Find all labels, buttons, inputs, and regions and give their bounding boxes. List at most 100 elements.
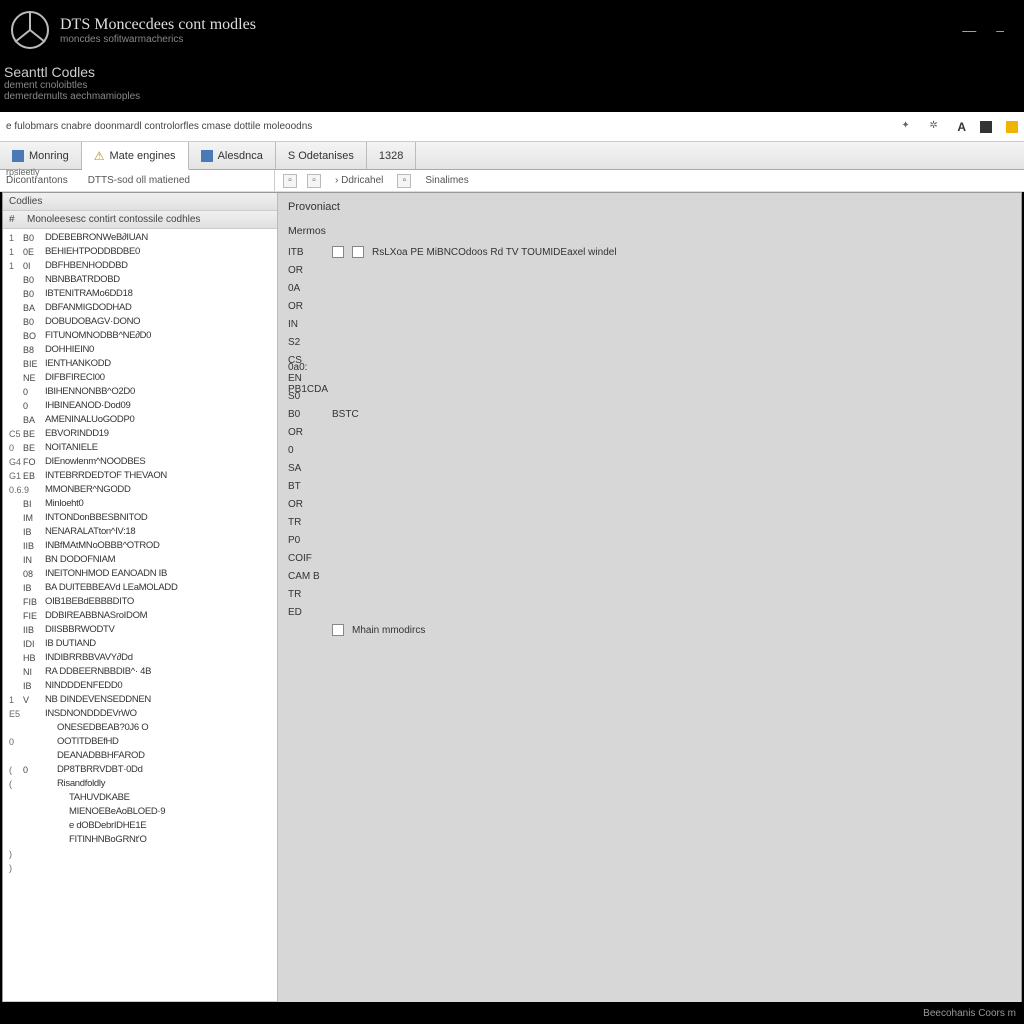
mp-key: OR: [288, 301, 324, 312]
subhead-tool-3[interactable]: ▫: [397, 174, 411, 188]
mp-row: CS: [288, 351, 1011, 369]
font-icon[interactable]: A: [957, 120, 966, 134]
list-item[interactable]: (Risandfoldly: [3, 777, 277, 791]
list-item[interactable]: 0OOTITDBEfHD: [3, 735, 277, 749]
list-item[interactable]: 10IDBFHBENHODDBD: [3, 259, 277, 273]
list-item[interactable]: B8DOHHIEIN0: [3, 343, 277, 357]
list-item[interactable]: NEDIFBFIRECI00: [3, 371, 277, 385]
subhead-tool-0[interactable]: ▫: [283, 174, 297, 188]
list-item[interactable]: 0.6.9MMONBER^NGODD: [3, 483, 277, 497]
sidebar-list[interactable]: 1B0DDEBEBRONWeB∂IUAN10EBEHIEHTPODDBDBE01…: [3, 229, 277, 1001]
tab-label: Monring: [29, 150, 69, 162]
tab-label: S Odetanises: [288, 150, 354, 162]
mp-row: 0: [288, 441, 1011, 459]
list-item[interactable]: (0DP8TBRRVDBT·0Dd: [3, 763, 277, 777]
tab-label: 1328: [379, 150, 403, 162]
yellow-square-icon[interactable]: [1006, 121, 1018, 133]
checkbox[interactable]: [332, 246, 344, 258]
mp-key: 0: [288, 445, 324, 456]
list-item[interactable]: 1VNB DINDEVENSEDDNEN: [3, 693, 277, 707]
file-icon: [201, 150, 213, 162]
list-item[interactable]: BADBFANMIGDODHAD: [3, 301, 277, 315]
list-item[interactable]: DEANADBBHFAROD: [3, 749, 277, 763]
list-item[interactable]: 10EBEHIEHTPODDBDBE0: [3, 245, 277, 259]
list-item[interactable]: ): [3, 861, 277, 875]
mp-row: IN: [288, 315, 1011, 333]
list-item[interactable]: ONESEDBEAB?0J6 O: [3, 721, 277, 735]
list-item[interactable]: FITINHNBoGRNt'O: [3, 833, 277, 847]
subhead-left-col2[interactable]: DTTS-sod oll matiened: [88, 175, 190, 186]
mp-row: OR: [288, 423, 1011, 441]
mp-row: OR: [288, 261, 1011, 279]
list-item[interactable]: HBINDIBRRBBVAVY∂Dd: [3, 651, 277, 665]
list-item[interactable]: BOFITUNOMNODBB^NE∂D0: [3, 329, 277, 343]
tab-4[interactable]: 1328: [367, 142, 416, 169]
list-item[interactable]: 0IHBINEANOD·Dod09: [3, 399, 277, 413]
tab-2[interactable]: Alesdnca: [189, 142, 276, 169]
checkbox[interactable]: [352, 246, 364, 258]
mp-key: IN: [288, 319, 324, 330]
mp-row: S2: [288, 333, 1011, 351]
list-item[interactable]: B0NBNBBATRDOBD: [3, 273, 277, 287]
list-item[interactable]: FIEDDBIREABBNASroIDOM: [3, 609, 277, 623]
tab-0[interactable]: Monring: [0, 142, 82, 169]
mp-key: S2: [288, 337, 324, 348]
mp-row: B0BSTC: [288, 405, 1011, 423]
list-item[interactable]: ): [3, 847, 277, 861]
subhead-tool-4[interactable]: Sinalimes: [421, 174, 472, 188]
list-item[interactable]: 08INEITONHMOD EANOADN IB: [3, 567, 277, 581]
list-item[interactable]: BIEIENTHANKODD: [3, 357, 277, 371]
subhead-tool-1[interactable]: ▫: [307, 174, 321, 188]
list-item[interactable]: B0IBTENITRAMo6DD18: [3, 287, 277, 301]
mp-key: CAM B: [288, 571, 324, 582]
list-item[interactable]: BIMinloeht0: [3, 497, 277, 511]
list-item[interactable]: IDIIB DUTIAND: [3, 637, 277, 651]
main-heading: Provoniact: [288, 201, 1011, 213]
sidebar: Codlies # Monoleesesc contirt contossile…: [3, 193, 278, 1021]
list-item[interactable]: IIBINBfMAtMNoOBBB^OTROD: [3, 539, 277, 553]
list-item[interactable]: TAHUVDKABE: [3, 791, 277, 805]
checkbox[interactable]: [332, 624, 344, 636]
tools-icon[interactable]: ✲: [929, 120, 943, 134]
list-item[interactable]: IBBA DUITEBBEAVd LEaMOLADD: [3, 581, 277, 595]
list-item[interactable]: IBNINDDDENFEDD0: [3, 679, 277, 693]
mp-key: SA: [288, 463, 324, 474]
statusbar: Beecohanis Coors m: [0, 1002, 1024, 1024]
minimize-button[interactable]: —: [962, 22, 976, 38]
header2-sub2: demerdemults aechmamioples: [4, 91, 1024, 102]
list-item[interactable]: E5INSDNONDDDEVrWO: [3, 707, 277, 721]
list-item[interactable]: IMINTONDonBBESBNITOD: [3, 511, 277, 525]
mp-key: OR: [288, 265, 324, 276]
list-item[interactable]: 0BENOITANIELE: [3, 441, 277, 455]
workspace: Codlies # Monoleesesc contirt contossile…: [2, 192, 1022, 1022]
sidebar-top-label: Codlies: [3, 193, 277, 211]
list-item[interactable]: G4FODIEnowlenm^NOODBES: [3, 455, 277, 469]
mp-row: TR: [288, 513, 1011, 531]
list-item[interactable]: C5BEEBVORINDD19: [3, 427, 277, 441]
header-secondary: Seanttl Codles dement cnoloibtles demerd…: [0, 60, 1024, 112]
list-item[interactable]: e dOBDebrIDHE1E: [3, 819, 277, 833]
subhead-tool-2[interactable]: › Ddricahel: [331, 174, 387, 188]
list-item[interactable]: IIBDIISBBRWODTV: [3, 623, 277, 637]
list-item[interactable]: INBN DODOFNIAM: [3, 553, 277, 567]
maximize-button[interactable]: –: [996, 22, 1004, 38]
list-item[interactable]: G1EBINTEBRRDEDTOF THEVAON: [3, 469, 277, 483]
tab-1[interactable]: ⚠Mate engines: [82, 142, 189, 170]
list-item[interactable]: MIENOEBeAoBLOED·9: [3, 805, 277, 819]
settings-icon[interactable]: ✦: [901, 120, 915, 134]
mp-key: COIF: [288, 553, 324, 564]
list-item[interactable]: BAAMENINALUoGODP0: [3, 413, 277, 427]
list-item[interactable]: IBNENARALATton^IV:18: [3, 525, 277, 539]
list-item[interactable]: NIRA DDBEERNBBDIB^· 4B: [3, 665, 277, 679]
sidebar-header: # Monoleesesc contirt contossile codhles: [3, 211, 277, 229]
window-title: DTS Moncecdees cont modles: [60, 16, 962, 34]
list-item[interactable]: B0DOBUDOBAGV·DONO: [3, 315, 277, 329]
main-subheading: Mermos: [288, 225, 1011, 237]
list-item[interactable]: FIBOIB1BEBdEBBBDITO: [3, 595, 277, 609]
list-item[interactable]: 0IBIHENNONBB^O2D0: [3, 385, 277, 399]
subhead-left-col1[interactable]: Dicontrantons: [6, 175, 68, 186]
tab-3[interactable]: S Odetanises: [276, 142, 367, 169]
dark-square-icon[interactable]: [980, 121, 992, 133]
list-item[interactable]: 1B0DDEBEBRONWeB∂IUAN: [3, 231, 277, 245]
mp-key: TR: [288, 517, 324, 528]
